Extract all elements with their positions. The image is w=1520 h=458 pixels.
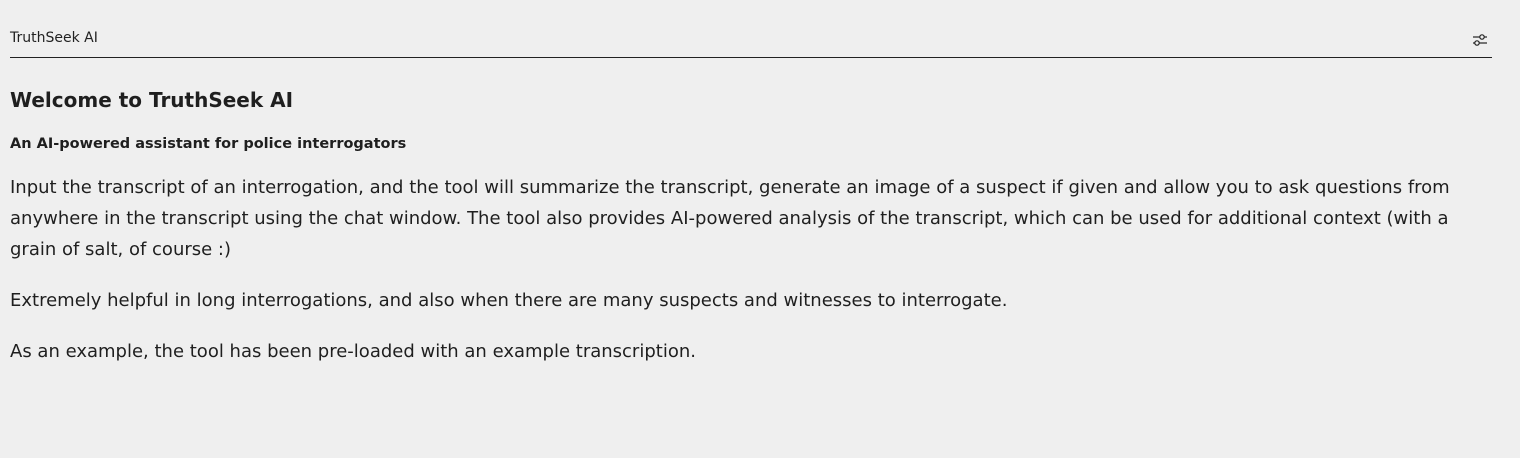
- app-header: TruthSeek AI: [10, 24, 1492, 58]
- benefit-paragraph: Extremely helpful in long interrogations…: [10, 290, 1008, 311]
- example-paragraph: As an example, the tool has been pre-loa…: [10, 341, 696, 362]
- description-paragraph: Input the transcript of an interrogation…: [10, 177, 1450, 260]
- page-subtitle: An AI-powered assistant for police inter…: [10, 136, 407, 152]
- app-title: TruthSeek AI: [10, 30, 98, 46]
- main-content: Welcome to TruthSeek AI An AI-powered as…: [10, 86, 1480, 367]
- page-title: Welcome to TruthSeek AI: [10, 88, 294, 112]
- sliders-icon[interactable]: [1472, 32, 1488, 46]
